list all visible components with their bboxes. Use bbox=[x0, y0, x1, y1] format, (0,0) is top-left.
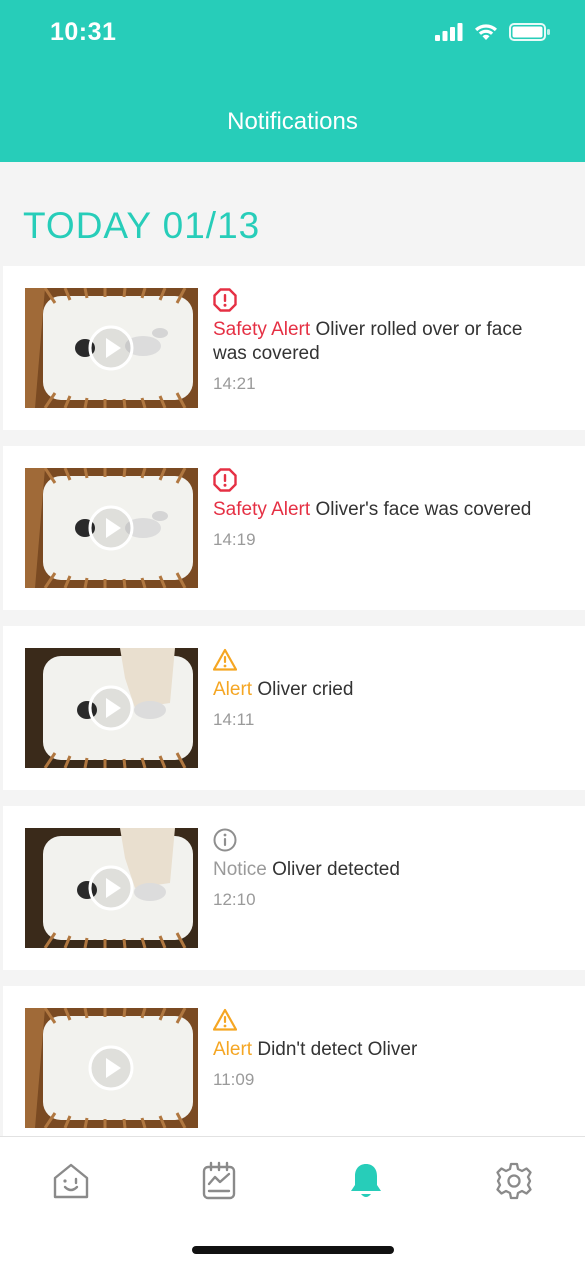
notification-message: Safety Alert Oliver's face was covered bbox=[213, 498, 558, 522]
message-text: Oliver's face was covered bbox=[315, 499, 532, 520]
safety-alert-icon bbox=[213, 288, 237, 312]
notification-time: 12:10 bbox=[213, 890, 256, 909]
bell-icon[interactable] bbox=[346, 1161, 386, 1201]
header: 10:31 Notifications bbox=[0, 0, 585, 162]
alert-level-label: Alert bbox=[213, 1039, 253, 1060]
notification-card[interactable]: Safety Alert Oliver's face was covered 1… bbox=[3, 446, 585, 610]
section-date-title: TODAY 01/13 bbox=[23, 205, 261, 246]
wifi-icon bbox=[475, 24, 497, 40]
warning-triangle-icon bbox=[213, 648, 237, 671]
signal-icon bbox=[435, 23, 463, 41]
video-thumbnail[interactable] bbox=[25, 828, 198, 948]
notification-message: Notice Oliver detected bbox=[213, 858, 558, 882]
play-icon[interactable] bbox=[88, 325, 134, 371]
warning-triangle-icon bbox=[213, 1008, 237, 1031]
notification-message: Alert Oliver cried bbox=[213, 678, 558, 702]
notification-message: Alert Didn't detect Oliver bbox=[213, 1038, 558, 1062]
message-text: Oliver detected bbox=[272, 859, 400, 880]
play-icon[interactable] bbox=[88, 1045, 134, 1091]
status-icons bbox=[435, 22, 551, 42]
notification-time: 11:09 bbox=[213, 1070, 255, 1089]
notification-time: 14:21 bbox=[213, 374, 256, 393]
video-thumbnail[interactable] bbox=[25, 648, 198, 768]
notification-card[interactable]: Alert Didn't detect Oliver 11:09 bbox=[3, 986, 585, 1150]
video-thumbnail[interactable] bbox=[25, 288, 198, 408]
notification-time: 14:19 bbox=[213, 530, 256, 549]
play-icon[interactable] bbox=[88, 505, 134, 551]
alert-level-label: Safety Alert bbox=[213, 319, 311, 340]
info-icon bbox=[213, 828, 237, 852]
report-icon[interactable] bbox=[199, 1161, 239, 1201]
alert-level-label: Alert bbox=[213, 679, 253, 700]
battery-icon bbox=[509, 23, 550, 41]
message-text: Oliver cried bbox=[257, 679, 354, 700]
home-icon[interactable] bbox=[51, 1161, 91, 1201]
notification-time: 14:11 bbox=[213, 710, 255, 729]
video-thumbnail[interactable] bbox=[25, 468, 198, 588]
gear-icon[interactable] bbox=[494, 1161, 534, 1201]
status-time: 10:31 bbox=[50, 18, 117, 46]
play-icon[interactable] bbox=[88, 865, 134, 911]
video-thumbnail[interactable] bbox=[25, 1008, 198, 1128]
play-icon[interactable] bbox=[88, 685, 134, 731]
safety-alert-icon bbox=[213, 468, 237, 492]
notification-card[interactable]: Notice Oliver detected 12:10 bbox=[3, 806, 585, 970]
message-text: Didn't detect Oliver bbox=[257, 1039, 418, 1060]
alert-level-label: Safety Alert bbox=[213, 499, 311, 520]
notification-card[interactable]: Alert Oliver cried 14:11 bbox=[3, 626, 585, 790]
alert-level-label: Notice bbox=[213, 859, 267, 880]
notification-card[interactable]: Safety Alert Oliver rolled over or face … bbox=[3, 266, 585, 430]
notification-message: Safety Alert Oliver rolled over or face … bbox=[213, 318, 558, 366]
page-title: Notifications bbox=[227, 108, 358, 135]
home-indicator[interactable] bbox=[192, 1246, 394, 1254]
